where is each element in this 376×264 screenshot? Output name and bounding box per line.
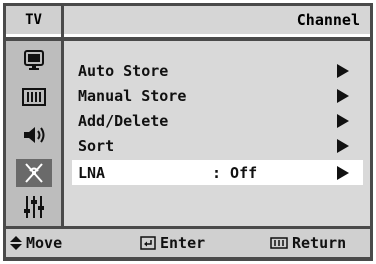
picture-icon[interactable] (16, 47, 52, 75)
channel-antenna-icon[interactable] (16, 159, 52, 187)
enter-label: Enter (160, 234, 206, 252)
menu-item-add-delete[interactable]: Add/Delete (78, 108, 363, 133)
submenu-arrow-icon (337, 139, 349, 153)
setup-sliders-icon[interactable] (16, 193, 52, 221)
menu-item-sort[interactable]: Sort (78, 133, 363, 158)
menu-item-label: Auto Store (78, 61, 169, 80)
menu-item-label: Add/Delete (78, 111, 169, 130)
move-label: Move (26, 234, 63, 252)
submenu-arrow-icon (337, 166, 349, 180)
menu-item-auto-store[interactable]: Auto Store (78, 58, 363, 83)
return-label: Return (292, 234, 347, 252)
menu-title: Channel (296, 11, 360, 29)
category-sidebar (6, 41, 61, 226)
enter-icon (140, 236, 156, 250)
tv-osd-window: TV Channel Auto Store Manual Store Add/D… (0, 0, 376, 264)
menu-item-label: LNA (78, 163, 106, 182)
submenu-arrow-icon (337, 64, 349, 78)
navigation-hint-bar: Move Enter Return (6, 229, 370, 257)
up-down-arrows-icon (10, 236, 22, 250)
submenu-arrow-icon (337, 114, 349, 128)
volume-icon[interactable] (16, 121, 52, 149)
enter-hint: Enter (140, 234, 205, 252)
menu-item-label: Manual Store (78, 86, 187, 105)
return-hint: Return (270, 234, 346, 252)
return-icon (270, 236, 288, 250)
menu-item-manual-store[interactable]: Manual Store (78, 83, 363, 108)
menu-item-label: Sort (78, 136, 115, 155)
source-label: TV (6, 6, 61, 37)
submenu-arrow-icon (337, 89, 349, 103)
move-hint: Move (10, 234, 62, 252)
menu-header: Channel (64, 6, 370, 37)
lna-value: : Off (212, 163, 258, 182)
menu-panel: Auto Store Manual Store Add/Delete Sort … (64, 41, 370, 226)
menu-item-lna[interactable]: LNA : Off (72, 160, 363, 185)
sound-icon[interactable] (16, 83, 52, 111)
